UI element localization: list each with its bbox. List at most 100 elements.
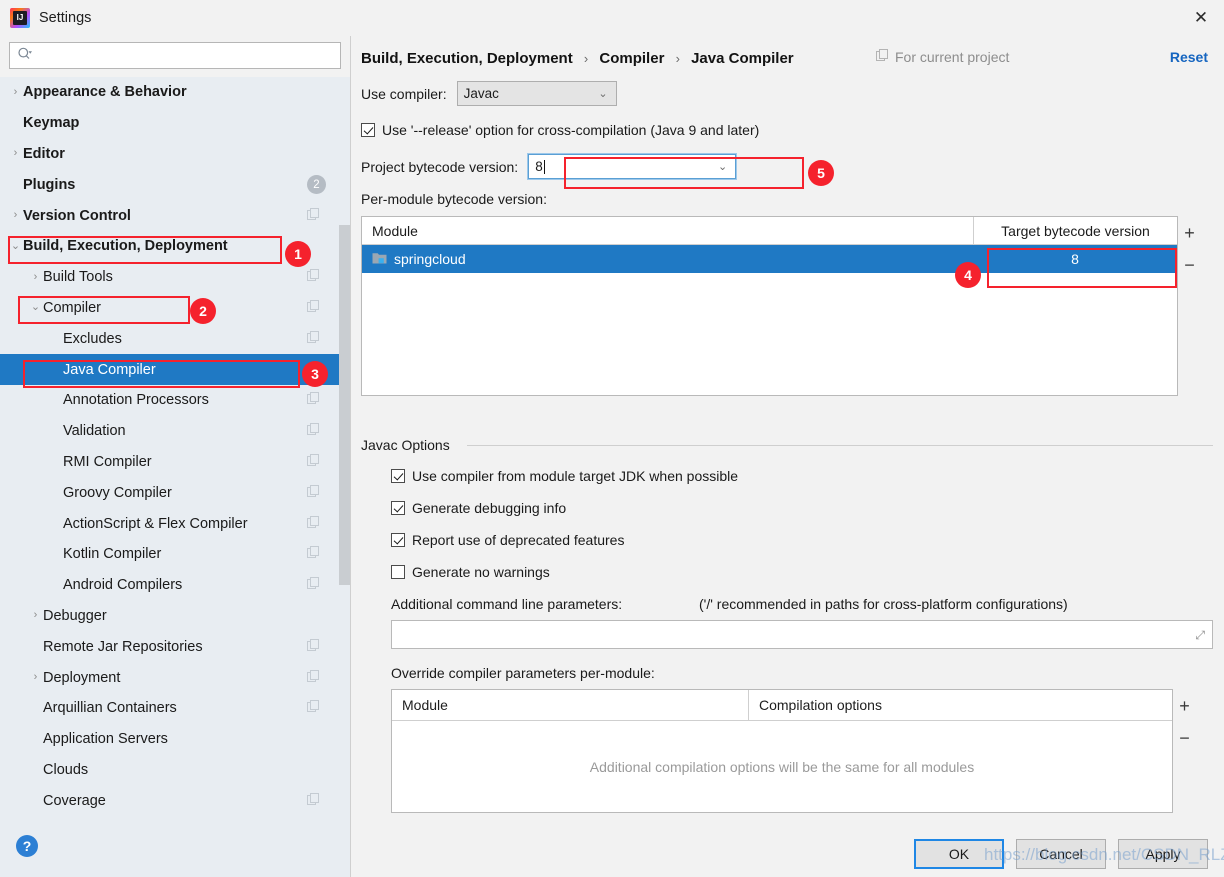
copy-icon — [307, 792, 320, 809]
for-current-project-text: For current project — [895, 49, 1010, 65]
sidebar-item-plugins[interactable]: Plugins 2 — [0, 169, 350, 200]
javac-options-legend: Javac Options — [361, 437, 456, 453]
settings-tree[interactable]: › Appearance & Behavior Keymap › Editor Plugi… — [0, 77, 350, 827]
sidebar-scrollbar-thumb[interactable] — [339, 225, 350, 585]
search-input[interactable] — [33, 47, 340, 64]
add-module-button[interactable]: + — [1177, 217, 1202, 249]
sidebar-item-debugger[interactable]: › Debugger — [0, 601, 350, 632]
copy-icon — [307, 700, 320, 716]
close-icon[interactable]: ✕ — [1178, 0, 1224, 36]
copy-icon — [307, 515, 320, 532]
sidebar-item-java-compiler[interactable]: Java Compiler — [0, 354, 350, 385]
report-deprecated-checkbox[interactable] — [391, 533, 405, 547]
breadcrumb-item-2[interactable]: Java Compiler — [691, 50, 794, 67]
sidebar-item-rmi-compiler[interactable]: RMI Compiler — [0, 447, 350, 478]
sidebar-item-label: Deployment — [43, 669, 121, 686]
copy-icon — [307, 330, 320, 347]
cancel-button[interactable]: Cancel — [1016, 838, 1106, 869]
chevron-down-icon[interactable]: ⌄ — [28, 302, 43, 313]
sidebar-item-remote-jar-repositories[interactable]: Remote Jar Repositories — [0, 631, 350, 662]
breadcrumb-item-0[interactable]: Build, Execution, Deployment — [361, 50, 573, 67]
sidebar-item-label: Compiler — [43, 299, 102, 316]
per-module-label-row: Per-module bytecode version: — [351, 191, 1224, 207]
sidebar-item-clouds[interactable]: Clouds — [0, 755, 350, 786]
generate-debugging-info-label: Generate debugging info — [412, 500, 567, 516]
sidebar-item-label: Remote Jar Repositories — [43, 638, 203, 655]
chevron-down-icon[interactable]: ⌄ — [8, 240, 23, 252]
project-bytecode-combo[interactable]: 8 ⌄ — [527, 153, 738, 180]
copy-icon — [307, 392, 320, 408]
use-compiler-select[interactable]: Javac ⌄ — [456, 81, 617, 106]
chevron-right-icon[interactable]: › — [8, 148, 23, 159]
sidebar-item-label: Application Servers — [43, 731, 168, 748]
chevron-right-icon[interactable]: › — [28, 271, 43, 283]
javac-checkbox-row-3[interactable]: Generate no warnings — [391, 564, 1213, 580]
sidebar-item-label: Validation — [63, 423, 126, 440]
table-row[interactable]: springcloud 8 — [362, 245, 1177, 273]
breadcrumb-row: Build, Execution, Deployment › Compiler … — [351, 36, 1224, 67]
javac-checkbox-row-1[interactable]: Generate debugging info — [391, 500, 1213, 516]
sidebar-item-application-servers[interactable]: Application Servers — [0, 724, 350, 755]
module-bytecode-table[interactable]: Module Target bytecode version springclo… — [361, 216, 1195, 396]
report-deprecated-label: Report use of deprecated features — [412, 532, 625, 548]
breadcrumb-separator: › — [583, 51, 589, 66]
per-module-bytecode-label: Per-module bytecode version: — [361, 191, 547, 207]
sidebar-item-version-control[interactable]: › Version Control — [0, 200, 350, 231]
sidebar-item-label: Android Compilers — [63, 577, 183, 594]
sidebar-item-validation[interactable]: Validation — [0, 416, 350, 447]
sidebar-item-compiler[interactable]: ⌄ Compiler — [0, 293, 350, 324]
sidebar-item-label: Build Tools — [43, 269, 113, 286]
sidebar-item-excludes[interactable]: Excludes — [0, 323, 350, 354]
remove-override-button[interactable]: − — [1172, 722, 1197, 754]
sidebar-item-kotlin-compiler[interactable]: Kotlin Compiler — [0, 539, 350, 570]
sidebar-item-keymap[interactable]: Keymap — [0, 108, 350, 139]
column-header-module: Module — [392, 690, 749, 720]
sidebar-item-groovy-compiler[interactable]: Groovy Compiler — [0, 477, 350, 508]
chevron-right-icon[interactable]: › — [8, 86, 23, 98]
sidebar-item-appearance-behavior[interactable]: › Appearance & Behavior — [0, 77, 350, 108]
sidebar-item-actionscript-flex-compiler[interactable]: ActionScript & Flex Compiler — [0, 508, 350, 539]
use-compiler-row: Use compiler: Javac ⌄ — [351, 81, 1224, 106]
generate-debugging-info-checkbox[interactable] — [391, 501, 405, 515]
module-name: springcloud — [394, 251, 466, 267]
module-target-bytecode-cell[interactable]: 8 — [973, 245, 1177, 273]
breadcrumb-item-1[interactable]: Compiler — [599, 50, 664, 67]
copy-icon — [307, 638, 320, 655]
apply-button[interactable]: Apply — [1118, 838, 1208, 869]
add-override-button[interactable]: + — [1172, 690, 1197, 722]
expand-icon[interactable]: ⤢ — [1195, 628, 1205, 643]
ok-button[interactable]: OK — [914, 838, 1004, 869]
reset-link[interactable]: Reset — [1170, 49, 1208, 65]
additional-params-input[interactable]: ⤢ — [391, 620, 1213, 649]
chevron-right-icon[interactable]: › — [28, 672, 43, 683]
chevron-right-icon[interactable]: › — [28, 610, 43, 621]
sidebar-item-label: Clouds — [43, 761, 89, 778]
annotation-badge-5: 5 — [808, 160, 834, 186]
generate-no-warnings-checkbox[interactable] — [391, 565, 405, 579]
dialog-button-bar: OK Cancel Apply — [351, 830, 1224, 877]
help-icon[interactable]: ? — [16, 835, 38, 857]
module-name-cell[interactable]: springcloud — [362, 245, 973, 273]
search-box[interactable] — [9, 42, 341, 69]
sidebar-item-arquillian-containers[interactable]: Arquillian Containers — [0, 693, 350, 724]
release-option-row[interactable]: Use '--release' option for cross-compila… — [351, 122, 1224, 138]
additional-params-row: Additional command line parameters: ('/'… — [361, 596, 1213, 612]
javac-options-body: Use compiler from module target JDK when… — [361, 446, 1213, 580]
sidebar-item-coverage[interactable]: Coverage — [0, 785, 350, 816]
javac-checkbox-row-0[interactable]: Use compiler from module target JDK when… — [391, 468, 1213, 484]
chevron-down-icon[interactable]: ⌄ — [718, 160, 727, 173]
javac-checkbox-row-2[interactable]: Report use of deprecated features — [391, 532, 1213, 548]
sidebar-scrollbar-track[interactable] — [339, 77, 350, 827]
chevron-right-icon[interactable]: › — [8, 210, 23, 221]
sidebar-item-android-compilers[interactable]: Android Compilers — [0, 570, 350, 601]
sidebar-item-annotation-processors[interactable]: Annotation Processors — [0, 385, 350, 416]
release-option-checkbox[interactable] — [361, 123, 375, 137]
remove-module-button[interactable]: − — [1177, 249, 1202, 281]
additional-params-hint: ('/' recommended in paths for cross-plat… — [699, 596, 1068, 612]
sidebar-item-deployment[interactable]: › Deployment — [0, 662, 350, 693]
sidebar-item-editor[interactable]: › Editor — [0, 139, 350, 170]
use-module-target-jdk-checkbox[interactable] — [391, 469, 405, 483]
use-compiler-label: Use compiler: — [361, 85, 447, 102]
copy-icon — [307, 577, 320, 593]
override-params-table[interactable]: Module Compilation options Additional co… — [391, 689, 1190, 813]
